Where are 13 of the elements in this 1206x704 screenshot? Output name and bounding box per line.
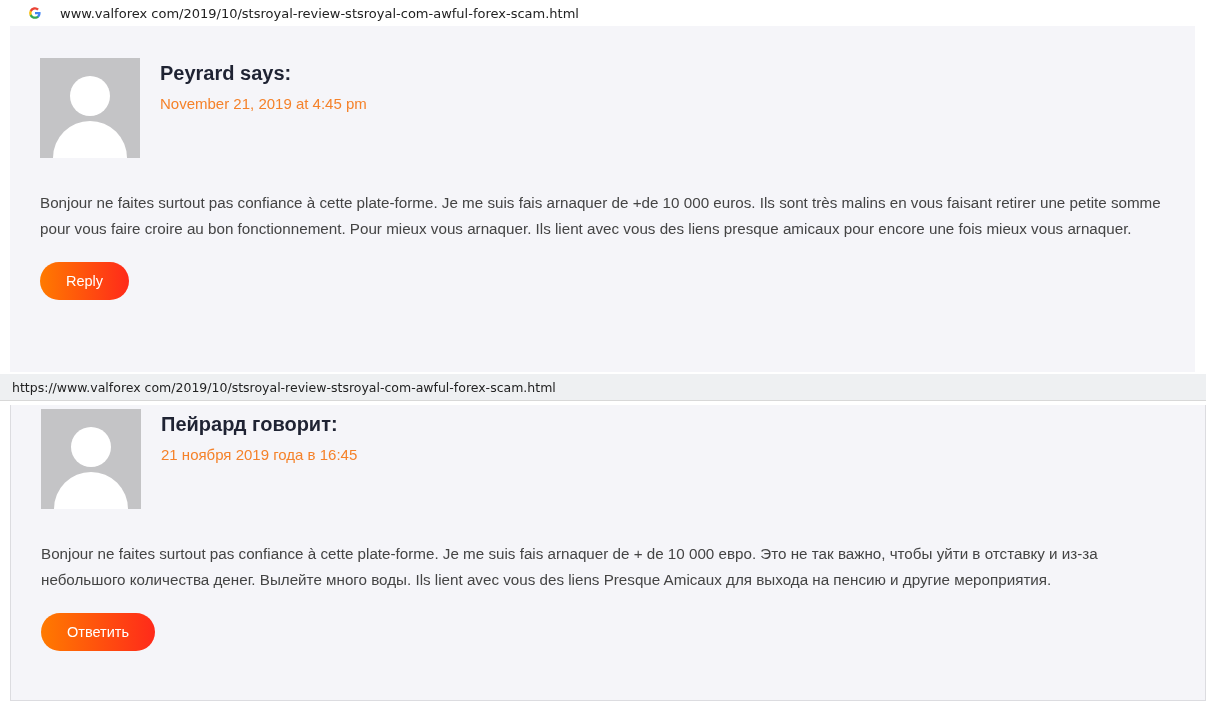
url-text: https://www.valforex com/2019/10/stsroyal-review-stsroyal-com-awful-forex-scam.html	[12, 379, 556, 395]
avatar-icon	[41, 409, 141, 509]
url-text: www.valforex com/2019/10/stsroyal-review-stsroyal-com-awful-forex-scam.html	[60, 5, 579, 21]
reply-button[interactable]: Ответить	[41, 613, 155, 651]
author-name: Peyrard says:	[160, 62, 293, 85]
comment-text: Bonjour ne faites surtout pas confiance à cette plate-forme. Je me suis fais arnaquer de + de 10 000 евро. Это не так важно, чтобы уйти в отставку и из-за небольшого количества денег. Вылейте много воды. Ils lient avec vous des liens Presque Amicaux для выхода на пенсию и другие мероприятия.	[41, 544, 1099, 590]
comment-date[interactable]: November 21, 2019 at 4:45 pm	[160, 95, 367, 112]
avatar-icon	[40, 58, 140, 158]
reply-button[interactable]: Reply	[40, 262, 130, 300]
comment-date[interactable]: 21 ноября 2019 года в 16:45	[161, 446, 358, 463]
comment-text: Bonjour ne faites surtout pas confiance à cette plate-forme. Je me suis fais arnaquer de +de 10 000 euros. Ils sont très malins en vous faisant retirer une petite somme pour vous faire croire au bon fonctionnement. Pour mieux vous arnaquer. Ils lient avec vous des liens presque amicaux pour encore une fois mieux vous arnaquer.	[40, 193, 1162, 239]
author-name: Пейрард говорит:	[161, 413, 339, 436]
google-icon	[28, 6, 42, 20]
